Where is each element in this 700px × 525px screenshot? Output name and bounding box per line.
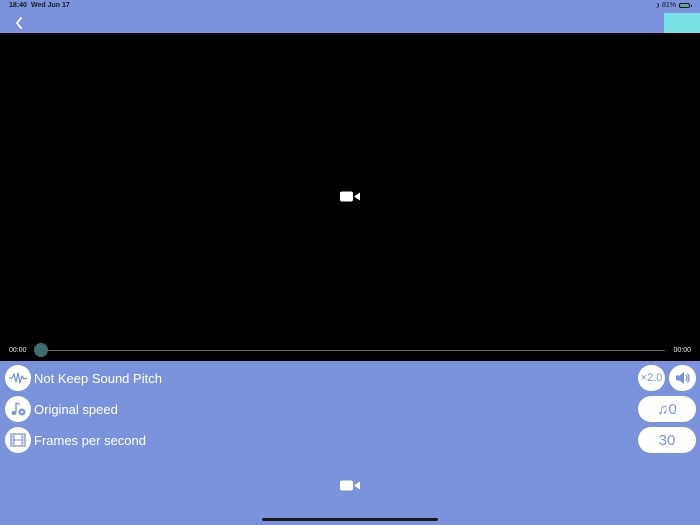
seek-thumb[interactable]	[34, 343, 48, 357]
moon-icon	[654, 3, 659, 8]
status-date: Wed Jun 17	[31, 2, 70, 9]
speaker-icon	[675, 372, 690, 384]
duration-time: 00:00	[673, 347, 691, 354]
speed-label: Original speed	[34, 402, 118, 417]
fps-value-button[interactable]: 30	[638, 427, 696, 453]
current-time: 00:00	[9, 347, 27, 354]
home-indicator[interactable]	[262, 518, 438, 521]
speed-row: Original speed ♫0	[0, 395, 700, 423]
seek-track[interactable]	[41, 350, 665, 351]
video-camera-icon[interactable]	[340, 480, 360, 491]
status-time: 18:40	[9, 2, 27, 9]
speed-music-button[interactable]	[5, 396, 31, 422]
pitch-label: Not Keep Sound Pitch	[34, 371, 162, 386]
music-value-button[interactable]: ♫0	[638, 396, 696, 422]
status-bar: 18:40 Wed Jun 17 81%	[0, 0, 700, 12]
volume-button[interactable]	[669, 365, 696, 391]
battery-icon	[679, 3, 692, 8]
status-indicators: 81%	[654, 2, 692, 9]
battery-percent: 81%	[661, 2, 676, 9]
film-strip-icon	[10, 433, 26, 447]
back-button[interactable]	[10, 14, 28, 32]
fps-label: Frames per second	[34, 433, 146, 448]
pitch-row: Not Keep Sound Pitch ×2.0	[0, 364, 700, 392]
fps-row: Frames per second 30	[0, 426, 700, 454]
fps-button[interactable]	[5, 427, 31, 453]
video-camera-icon	[340, 191, 360, 202]
music-note-icon	[11, 402, 26, 416]
video-speed-screen: 18:40 Wed Jun 17 81% 00:00 00:00 Not Kee…	[0, 0, 700, 525]
back-icon	[16, 17, 22, 29]
speed-multiplier-button[interactable]: ×2.0	[638, 365, 665, 391]
video-preview[interactable]: 00:00 00:00	[0, 33, 700, 361]
corner-accent-block	[664, 13, 700, 33]
waveform-icon	[9, 372, 27, 384]
pitch-toggle-button[interactable]	[5, 365, 31, 391]
